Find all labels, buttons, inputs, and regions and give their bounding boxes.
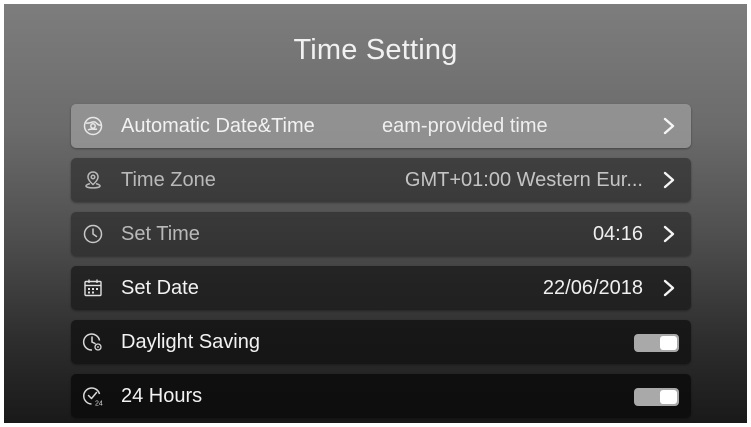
set-date-row[interactable]: Set Date 22/06/2018 (71, 266, 691, 310)
chevron-right-icon (663, 279, 675, 297)
daylight-saving-toggle[interactable] (634, 334, 679, 352)
24-hours-toggle[interactable] (634, 388, 679, 406)
automatic-date-time-label: Automatic Date&Time (121, 115, 315, 137)
time-zone-row[interactable]: Time Zone GMT+01:00 Western Eur... (71, 158, 691, 202)
globe-clock-icon (82, 115, 104, 137)
chevron-right-icon (663, 117, 675, 135)
calendar-icon (82, 277, 104, 299)
time-zone-label: Time Zone (121, 169, 216, 191)
automatic-date-time-row[interactable]: Automatic Date&Time eam-provided time (71, 104, 691, 148)
daylight-saving-row[interactable]: Daylight Saving (71, 320, 691, 364)
set-date-label: Set Date (121, 277, 199, 299)
time-setting-screen: Time Setting Automatic Date&Time eam-pro… (4, 4, 747, 423)
page-title: Time Setting (293, 34, 458, 66)
clock-24-icon: 24 (82, 385, 104, 407)
set-time-row[interactable]: Set Time 04:16 (71, 212, 691, 256)
set-date-value: 22/06/2018 (542, 277, 643, 299)
time-zone-value: GMT+01:00 Western Eur... (404, 169, 643, 191)
chevron-right-icon (663, 225, 675, 243)
toggle-knob (660, 336, 677, 350)
automatic-date-time-value: eam-provided time (382, 115, 548, 137)
set-time-value: 04:16 (592, 223, 643, 245)
toggle-knob (660, 390, 677, 404)
set-time-label: Set Time (121, 223, 200, 245)
24-hours-label: 24 Hours (121, 385, 203, 407)
daylight-saving-label: Daylight Saving (121, 331, 260, 353)
24-hours-row[interactable]: 24 24 Hours (71, 374, 691, 418)
clock-settings-icon (82, 331, 104, 353)
chevron-right-icon (663, 171, 675, 189)
clock-icon (82, 223, 104, 245)
svg-text:24: 24 (95, 401, 103, 408)
location-pin-icon (82, 169, 104, 191)
